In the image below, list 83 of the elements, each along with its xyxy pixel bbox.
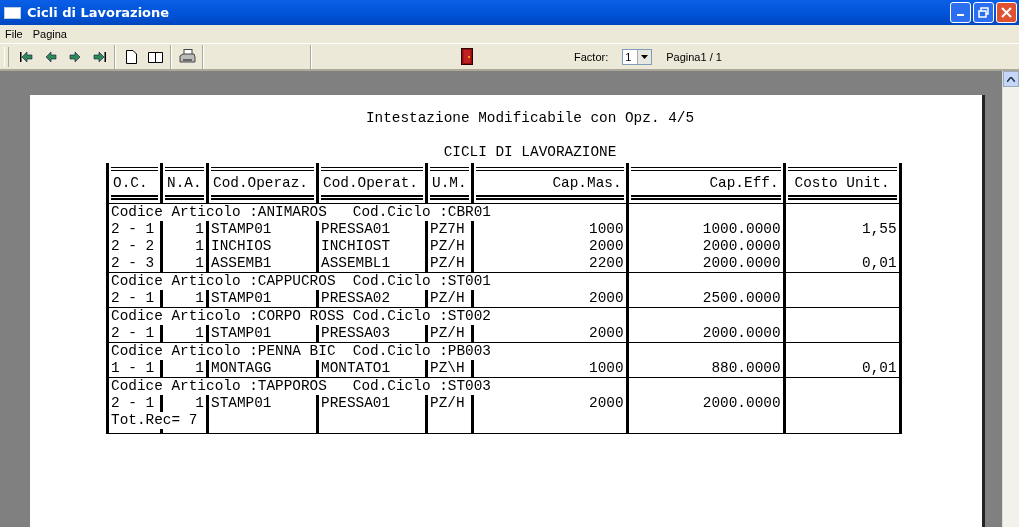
window-icon xyxy=(4,6,21,19)
table-cell: 0,01 xyxy=(862,360,897,376)
column-header: Cap.Eff. xyxy=(630,166,781,200)
table-cell: 2 - 1 xyxy=(111,221,155,237)
table-cell: ASSEMBL1 xyxy=(321,255,391,271)
table-cell: STAMP01 xyxy=(211,325,272,341)
table-cell: 2 - 1 xyxy=(111,290,155,306)
table-cell: 2500.0000 xyxy=(702,290,781,306)
table-cell: PRESSA01 xyxy=(321,395,391,411)
table-cell: 1 xyxy=(195,395,204,411)
table-cell: 1000 xyxy=(589,360,624,376)
minimize-button[interactable] xyxy=(950,2,971,23)
table-cell: 2000.0000 xyxy=(702,255,781,271)
menu-item[interactable]: File xyxy=(0,28,28,40)
report-heading: Intestazione Modificabile con Opz. 4/5 xyxy=(365,110,695,126)
table-cell: 1 xyxy=(195,238,204,254)
group-header: Codice Articolo :ANIMAROS Cod.Ciclo :CBR01 xyxy=(111,204,491,220)
vertical-scrollbar[interactable] xyxy=(1002,71,1019,527)
group-header: Codice Articolo :TAPPOROS Cod.Ciclo :ST003 xyxy=(111,378,491,394)
table-cell: 0,01 xyxy=(862,255,897,271)
scroll-up-icon[interactable] xyxy=(1007,76,1015,82)
table-cell: PZ/H xyxy=(430,290,465,306)
table-cell: 2 - 1 xyxy=(111,395,155,411)
table-cell: PZ/H xyxy=(430,325,465,341)
table-cell: 1 xyxy=(195,221,204,237)
column-header: Cap.Mas. xyxy=(475,166,624,200)
column-header: Cod.Operaz. xyxy=(211,166,314,200)
table-cell: 880.0000 xyxy=(711,360,781,376)
table-cell: 2000 xyxy=(589,395,624,411)
column-header: Costo Unit. xyxy=(787,166,897,200)
table-cell: ASSEMB1 xyxy=(211,255,272,271)
column-header: N.A. xyxy=(165,166,204,200)
table-cell: PRESSA03 xyxy=(321,325,391,341)
table-cell: 1 xyxy=(195,325,204,341)
window-title: Cicli di Lavorazione xyxy=(27,5,171,20)
group-header: Codice Articolo :PENNA BIC Cod.Ciclo :PB003 xyxy=(111,343,491,359)
close-button[interactable] xyxy=(996,2,1017,23)
table-cell: 2000 xyxy=(589,325,624,341)
table-cell: PZ/H xyxy=(430,238,465,254)
table-cell: STAMP01 xyxy=(211,395,272,411)
table-cell: PRESSA01 xyxy=(321,221,391,237)
table-cell: 2 - 3 xyxy=(111,255,155,271)
table-cell: 2 - 1 xyxy=(111,325,155,341)
table-cell: STAMP01 xyxy=(211,290,272,306)
page-indicator: Pagina1 / 1 xyxy=(666,50,722,63)
close-icon xyxy=(1001,7,1012,18)
table-cell: PZ\H xyxy=(430,360,465,376)
table-cell: MONTATO1 xyxy=(321,360,391,376)
table-cell: 1 xyxy=(195,360,204,376)
column-header: O.C. xyxy=(111,166,158,200)
report-title: CICLI DI LAVORAZIONE xyxy=(443,144,617,160)
factor-dropdown[interactable]: 1 xyxy=(622,48,653,65)
table-cell: MONTAGG xyxy=(211,360,272,376)
table-cell: PZ/H xyxy=(430,395,465,411)
table-cell: PZ7H xyxy=(430,221,465,237)
table-cell: 1000.0000 xyxy=(702,221,781,237)
table-cell: INCHIOST xyxy=(321,238,391,254)
group-header: Codice Articolo :CAPPUCROS Cod.Ciclo :ST001 xyxy=(111,273,491,289)
table-cell: 2 - 2 xyxy=(111,238,155,254)
caret-icon xyxy=(641,54,649,59)
table-cell: INCHIOS xyxy=(211,238,272,254)
table-cell: 2000.0000 xyxy=(702,238,781,254)
column-header: U.M. xyxy=(430,166,469,200)
table-cell: STAMP01 xyxy=(211,221,272,237)
column-header: Cod.Operat. xyxy=(321,166,423,200)
restore-icon xyxy=(978,7,989,18)
record-total: Tot.Rec= 7 xyxy=(111,412,198,428)
table-cell: 2000.0000 xyxy=(702,325,781,341)
group-header: Codice Articolo :CORPO ROSS Cod.Ciclo :ST002 xyxy=(111,308,491,324)
table-cell: 1,55 xyxy=(862,221,897,237)
table-cell: PRESSA02 xyxy=(321,290,391,306)
table-cell: 1 xyxy=(195,255,204,271)
factor-label: Factor: xyxy=(574,50,609,63)
table-cell: 2200 xyxy=(589,255,624,271)
table-cell: 2000.0000 xyxy=(702,395,781,411)
table-cell: 2000 xyxy=(589,290,624,306)
menu-item[interactable]: Pagina xyxy=(27,28,72,40)
table-cell: 2000 xyxy=(589,238,624,254)
restore-button[interactable] xyxy=(973,2,994,23)
table-cell: 1 xyxy=(195,290,204,306)
table-cell: 1 - 1 xyxy=(111,360,155,376)
table-cell: PZ/H xyxy=(430,255,465,271)
table-cell: 1000 xyxy=(589,221,624,237)
